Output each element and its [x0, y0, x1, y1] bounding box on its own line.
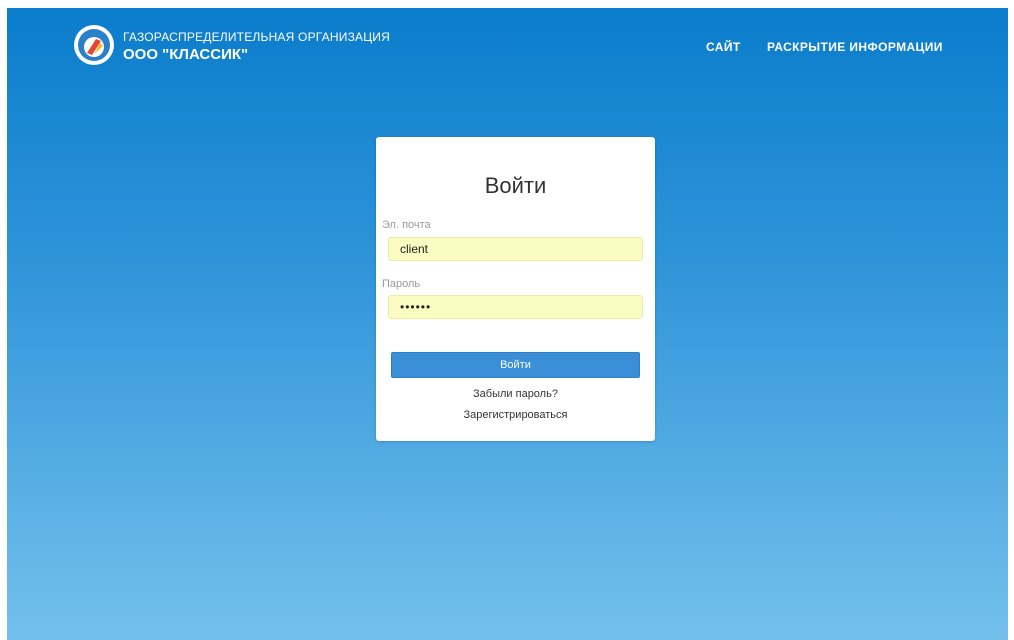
nav-site[interactable]: САЙТ — [706, 40, 741, 54]
email-label: Эл. почта — [382, 219, 431, 231]
org-name: ООО "КЛАССИК" — [123, 46, 249, 63]
login-button[interactable]: Войти — [391, 352, 640, 378]
nav-information-disclosure[interactable]: РАСКРЫТИЕ ИНФОРМАЦИИ — [767, 40, 943, 54]
page-background: ГАЗОРАСПРЕДЕЛИТЕЛЬНАЯ ОРГАНИЗАЦИЯ ООО "К… — [7, 8, 1008, 640]
company-logo[interactable] — [74, 25, 114, 65]
login-card: Войти Эл. почта Пароль Войти Забыли паро… — [376, 137, 655, 441]
email-field[interactable] — [388, 237, 643, 261]
org-type: ГАЗОРАСПРЕДЕЛИТЕЛЬНАЯ ОРГАНИЗАЦИЯ — [123, 30, 390, 44]
logo-emblem-icon — [75, 26, 113, 64]
register-link[interactable]: Зарегистрироваться — [376, 409, 655, 421]
site-header: ГАЗОРАСПРЕДЕЛИТЕЛЬНАЯ ОРГАНИЗАЦИЯ ООО "К… — [7, 8, 1008, 88]
forgot-password-link[interactable]: Забыли пароль? — [376, 388, 655, 400]
password-label: Пароль — [382, 278, 421, 290]
login-title: Войти — [484, 173, 547, 198]
password-field[interactable] — [388, 295, 643, 319]
